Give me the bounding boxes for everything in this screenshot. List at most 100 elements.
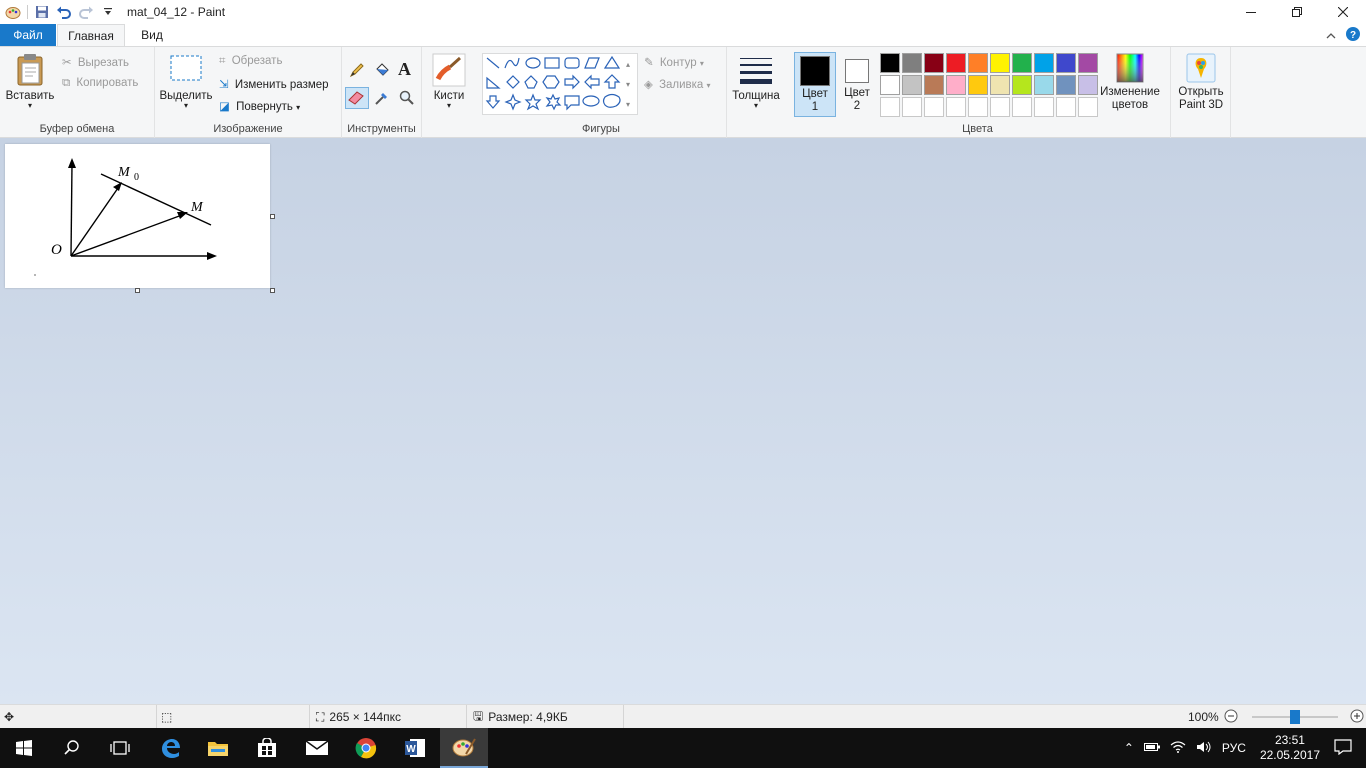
- mail-taskbar-button[interactable]: [293, 728, 341, 768]
- paint-app-icon[interactable]: [2, 1, 24, 23]
- eraser-tool[interactable]: [345, 87, 369, 109]
- edit-colors-label-line2: цветов: [1111, 99, 1149, 111]
- palette-swatch[interactable]: [968, 53, 988, 73]
- clock[interactable]: 23:51 22.05.2017: [1260, 733, 1320, 763]
- paint-icon: [452, 738, 476, 757]
- thickness-button[interactable]: Толщина ▾: [731, 53, 781, 110]
- edit-colors-button[interactable]: Изменение цветов: [1097, 53, 1163, 112]
- close-button[interactable]: [1320, 0, 1366, 24]
- palette-swatch[interactable]: [968, 75, 988, 95]
- palette-swatch-empty[interactable]: [1056, 97, 1076, 117]
- palette-swatch[interactable]: [880, 75, 900, 95]
- color-picker-icon[interactable]: [373, 89, 391, 110]
- palette-swatch[interactable]: [1034, 53, 1054, 73]
- magnifier-icon[interactable]: [398, 89, 416, 110]
- crop-button[interactable]: ⌗ Обрезать: [219, 55, 282, 68]
- palette-swatch[interactable]: [1012, 53, 1032, 73]
- cut-button[interactable]: ✂ Вырезать: [62, 55, 129, 69]
- color2-label: Цвет: [844, 87, 870, 99]
- palette-swatch[interactable]: [1078, 75, 1098, 95]
- zoom-out-button[interactable]: [1224, 709, 1238, 726]
- drawing-canvas[interactable]: O M 0 M: [5, 144, 270, 288]
- palette-swatch[interactable]: [1056, 53, 1076, 73]
- rotate-button[interactable]: ◪ Повернуть ▾: [219, 99, 300, 113]
- paint-taskbar-button[interactable]: [440, 728, 488, 768]
- brushes-dropdown-arrow[interactable]: ▾: [428, 102, 470, 110]
- palette-swatch[interactable]: [1056, 75, 1076, 95]
- wifi-icon[interactable]: [1170, 740, 1186, 756]
- search-button[interactable]: [48, 728, 96, 768]
- shapes-scroll-controls[interactable]: ▴ ▾ ▾: [626, 55, 630, 115]
- help-icon[interactable]: ?: [1346, 27, 1360, 44]
- open-paint3d-button[interactable]: Открыть Paint 3D: [1173, 53, 1229, 112]
- input-language[interactable]: РУС: [1222, 741, 1246, 755]
- zoom-in-button[interactable]: [1350, 709, 1364, 726]
- redo-icon[interactable]: [75, 1, 97, 23]
- volume-icon[interactable]: [1196, 741, 1212, 756]
- paste-dropdown-arrow[interactable]: ▾: [4, 102, 56, 110]
- file-explorer-taskbar-button[interactable]: [194, 728, 242, 768]
- battery-icon[interactable]: [1143, 741, 1160, 755]
- task-view-button[interactable]: [96, 728, 144, 768]
- paste-button[interactable]: Вставить ▾: [4, 53, 56, 110]
- palette-swatch[interactable]: [880, 53, 900, 73]
- palette-swatch[interactable]: [1012, 75, 1032, 95]
- color2-button[interactable]: Цвет 2: [836, 52, 878, 113]
- show-hidden-icons-icon[interactable]: ⌃: [1124, 741, 1134, 755]
- resize-handle-corner[interactable]: [270, 288, 275, 293]
- outline-button[interactable]: ✎ Контур ▾: [644, 55, 704, 69]
- palette-swatch-empty[interactable]: [880, 97, 900, 117]
- palette-swatch-empty[interactable]: [1078, 97, 1098, 117]
- minimize-button[interactable]: [1228, 0, 1274, 24]
- palette-swatch-empty[interactable]: [924, 97, 944, 117]
- brushes-group: Кисти ▾: [422, 47, 476, 138]
- customize-quick-access-icon[interactable]: [97, 1, 119, 23]
- restore-button[interactable]: [1274, 0, 1320, 24]
- start-button[interactable]: [0, 728, 48, 768]
- resize-button[interactable]: ⇲ Изменить размер: [219, 77, 329, 91]
- zoom-slider[interactable]: [1252, 710, 1338, 724]
- palette-swatch[interactable]: [990, 53, 1010, 73]
- pencil-icon[interactable]: [348, 61, 366, 82]
- resize-handle-right[interactable]: [270, 214, 275, 219]
- zoom-level: 100%: [1188, 710, 1219, 724]
- m-label: M: [190, 200, 204, 215]
- text-tool-icon[interactable]: A: [398, 59, 411, 80]
- tab-file[interactable]: Файл: [0, 24, 56, 46]
- save-icon[interactable]: [31, 1, 53, 23]
- palette-swatch-empty[interactable]: [968, 97, 988, 117]
- brushes-button[interactable]: Кисти ▾: [428, 53, 470, 110]
- fill-bucket-icon[interactable]: [373, 61, 391, 82]
- palette-swatch[interactable]: [924, 75, 944, 95]
- collapse-ribbon-icon[interactable]: [1326, 29, 1336, 43]
- color1-button[interactable]: Цвет 1: [794, 52, 836, 117]
- select-dropdown-arrow[interactable]: ▾: [159, 102, 213, 110]
- thickness-dropdown-arrow[interactable]: ▾: [731, 102, 781, 110]
- tab-home[interactable]: Главная: [57, 24, 125, 47]
- palette-swatch[interactable]: [902, 53, 922, 73]
- palette-swatch[interactable]: [1078, 53, 1098, 73]
- zoom-slider-thumb[interactable]: [1290, 710, 1300, 724]
- copy-button[interactable]: ⧉ Копировать: [62, 77, 138, 90]
- tab-view[interactable]: Вид: [130, 24, 174, 46]
- select-button[interactable]: Выделить ▾: [159, 53, 213, 110]
- palette-swatch[interactable]: [902, 75, 922, 95]
- palette-swatch-empty[interactable]: [990, 97, 1010, 117]
- undo-icon[interactable]: [53, 1, 75, 23]
- fill-button[interactable]: ◈ Заливка ▾: [644, 77, 711, 91]
- palette-swatch[interactable]: [946, 75, 966, 95]
- resize-handle-bottom[interactable]: [135, 288, 140, 293]
- palette-swatch-empty[interactable]: [1034, 97, 1054, 117]
- palette-swatch-empty[interactable]: [1012, 97, 1032, 117]
- chrome-taskbar-button[interactable]: [342, 728, 390, 768]
- palette-swatch[interactable]: [924, 53, 944, 73]
- edge-taskbar-button[interactable]: [146, 728, 194, 768]
- palette-swatch-empty[interactable]: [902, 97, 922, 117]
- palette-swatch-empty[interactable]: [946, 97, 966, 117]
- notifications-icon[interactable]: [1334, 738, 1352, 758]
- palette-swatch[interactable]: [946, 53, 966, 73]
- palette-swatch[interactable]: [990, 75, 1010, 95]
- store-taskbar-button[interactable]: [243, 728, 291, 768]
- word-taskbar-button[interactable]: W: [391, 728, 439, 768]
- palette-swatch[interactable]: [1034, 75, 1054, 95]
